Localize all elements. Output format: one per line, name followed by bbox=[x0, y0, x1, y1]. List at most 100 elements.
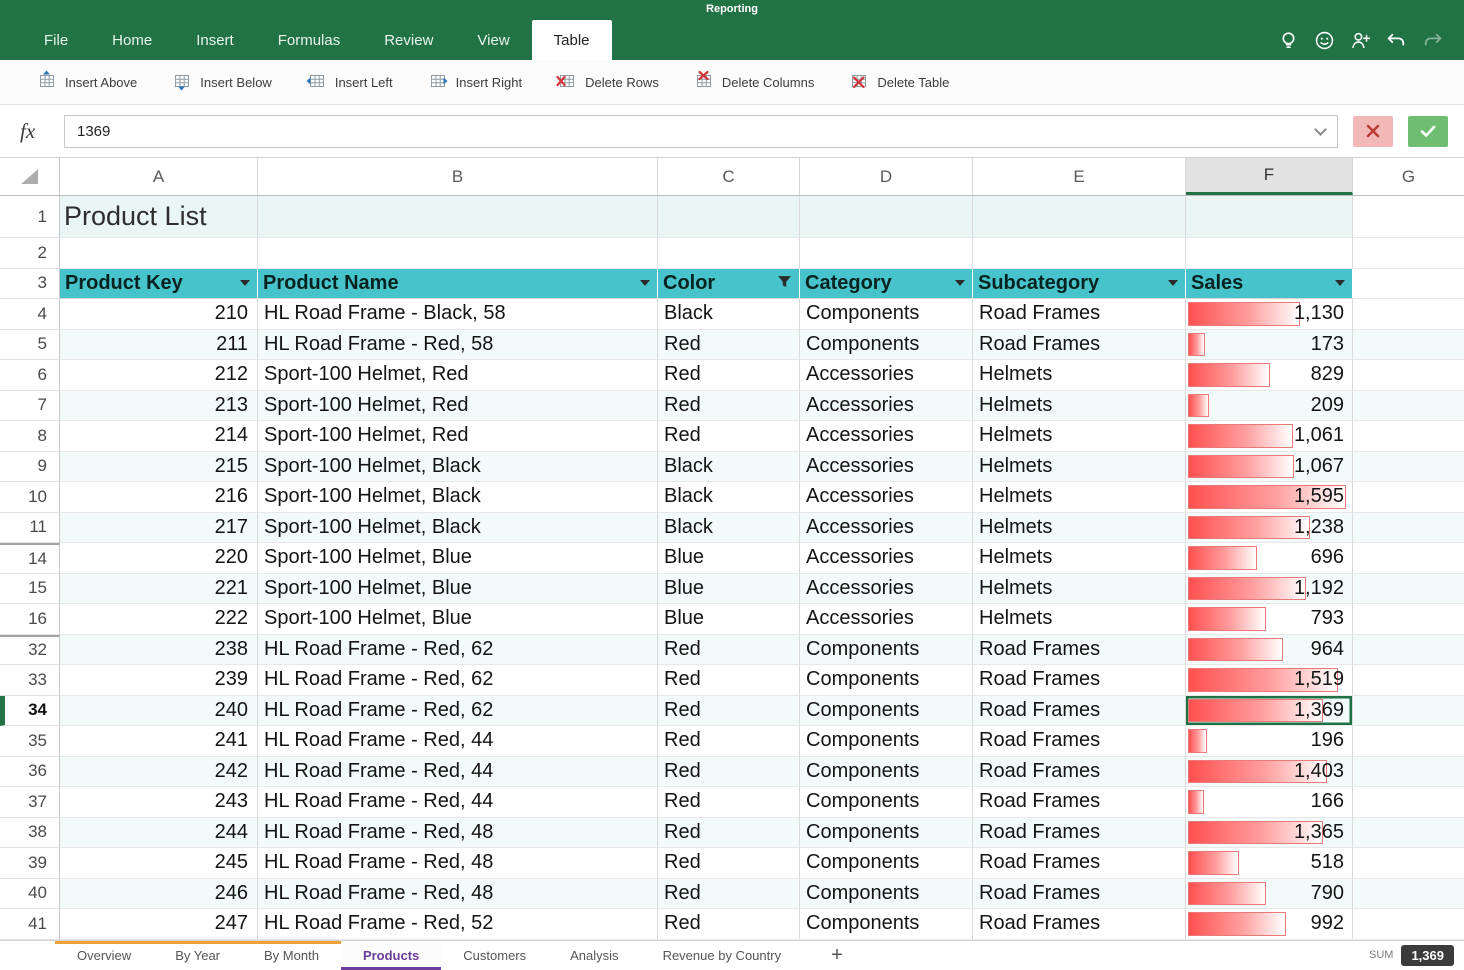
cell-D6[interactable]: Accessories bbox=[800, 360, 973, 391]
cell-E2[interactable] bbox=[973, 238, 1186, 269]
column-header-F[interactable]: F bbox=[1186, 158, 1353, 195]
cell-D32[interactable]: Components bbox=[800, 635, 973, 666]
cell-C4[interactable]: Black bbox=[658, 299, 800, 330]
cell-F36[interactable]: 1,403 bbox=[1186, 757, 1353, 788]
cell-G33[interactable] bbox=[1353, 665, 1464, 696]
cell-D1[interactable] bbox=[800, 196, 973, 238]
cell-G9[interactable] bbox=[1353, 452, 1464, 483]
insert-above-button[interactable]: Insert Above bbox=[24, 64, 149, 100]
row-header-32[interactable]: 32 bbox=[0, 635, 60, 666]
cancel-entry-button[interactable] bbox=[1353, 116, 1393, 147]
table-header-sales[interactable]: Sales bbox=[1186, 269, 1353, 300]
cell-C9[interactable]: Black bbox=[658, 452, 800, 483]
cell-A1[interactable]: Product List bbox=[60, 196, 258, 238]
cell-D34[interactable]: Components bbox=[800, 696, 973, 727]
cell-C10[interactable]: Black bbox=[658, 482, 800, 513]
cell-E11[interactable]: Helmets bbox=[973, 513, 1186, 544]
filter-dropdown-icon[interactable] bbox=[955, 280, 965, 286]
cell-C11[interactable]: Black bbox=[658, 513, 800, 544]
cell-F16[interactable]: 793 bbox=[1186, 604, 1353, 635]
cell-F34[interactable]: 1,369 bbox=[1186, 696, 1353, 727]
cell-G39[interactable] bbox=[1353, 848, 1464, 879]
cell-G11[interactable] bbox=[1353, 513, 1464, 544]
cell-C39[interactable]: Red bbox=[658, 848, 800, 879]
cell-E33[interactable]: Road Frames bbox=[973, 665, 1186, 696]
cell-F4[interactable]: 1,130 bbox=[1186, 299, 1353, 330]
row-header-8[interactable]: 8 bbox=[0, 421, 60, 452]
undo-icon[interactable] bbox=[1384, 28, 1408, 52]
cell-G5[interactable] bbox=[1353, 330, 1464, 361]
cell-A39[interactable]: 245 bbox=[60, 848, 258, 879]
cell-D14[interactable]: Accessories bbox=[800, 543, 973, 574]
row-header-1[interactable]: 1 bbox=[0, 196, 60, 238]
filter-dropdown-icon[interactable] bbox=[640, 280, 650, 286]
cell-C34[interactable]: Red bbox=[658, 696, 800, 727]
cell-F33[interactable]: 1,519 bbox=[1186, 665, 1353, 696]
table-header-product-name[interactable]: Product Name bbox=[258, 269, 658, 300]
cell-A9[interactable]: 215 bbox=[60, 452, 258, 483]
cell-A34[interactable]: 240 bbox=[60, 696, 258, 727]
cell-B9[interactable]: Sport-100 Helmet, Black bbox=[258, 452, 658, 483]
cell-A41[interactable]: 247 bbox=[60, 909, 258, 940]
cell-G8[interactable] bbox=[1353, 421, 1464, 452]
confirm-entry-button[interactable] bbox=[1408, 116, 1448, 147]
cell-F5[interactable]: 173 bbox=[1186, 330, 1353, 361]
cell-C5[interactable]: Red bbox=[658, 330, 800, 361]
cell-C6[interactable]: Red bbox=[658, 360, 800, 391]
cell-E14[interactable]: Helmets bbox=[973, 543, 1186, 574]
insert-right-button[interactable]: Insert Right bbox=[415, 64, 534, 100]
cell-F9[interactable]: 1,067 bbox=[1186, 452, 1353, 483]
cell-C2[interactable] bbox=[658, 238, 800, 269]
cell-F10[interactable]: 1,595 bbox=[1186, 482, 1353, 513]
cell-B37[interactable]: HL Road Frame - Red, 44 bbox=[258, 787, 658, 818]
cell-A10[interactable]: 216 bbox=[60, 482, 258, 513]
cell-D40[interactable]: Components bbox=[800, 879, 973, 910]
ribbon-tab-insert[interactable]: Insert bbox=[174, 20, 256, 60]
cell-A37[interactable]: 243 bbox=[60, 787, 258, 818]
cell-G16[interactable] bbox=[1353, 604, 1464, 635]
sheet-tab-by-year[interactable]: By Year bbox=[153, 941, 242, 970]
column-header-D[interactable]: D bbox=[800, 158, 973, 195]
cell-G14[interactable] bbox=[1353, 543, 1464, 574]
cell-C32[interactable]: Red bbox=[658, 635, 800, 666]
cell-B4[interactable]: HL Road Frame - Black, 58 bbox=[258, 299, 658, 330]
redo-icon[interactable] bbox=[1420, 28, 1444, 52]
row-header-9[interactable]: 9 bbox=[0, 452, 60, 483]
cell-F11[interactable]: 1,238 bbox=[1186, 513, 1353, 544]
cell-B39[interactable]: HL Road Frame - Red, 48 bbox=[258, 848, 658, 879]
sheet-tab-by-month[interactable]: By Month bbox=[242, 941, 341, 970]
cell-E39[interactable]: Road Frames bbox=[973, 848, 1186, 879]
cell-E5[interactable]: Road Frames bbox=[973, 330, 1186, 361]
cell-F41[interactable]: 992 bbox=[1186, 909, 1353, 940]
table-header-category[interactable]: Category bbox=[800, 269, 973, 300]
cell-C16[interactable]: Blue bbox=[658, 604, 800, 635]
filter-dropdown-icon[interactable] bbox=[1335, 280, 1345, 286]
cell-E7[interactable]: Helmets bbox=[973, 391, 1186, 422]
cell-F15[interactable]: 1,192 bbox=[1186, 574, 1353, 605]
add-sheet-button[interactable]: + bbox=[831, 944, 843, 967]
delete-columns-button[interactable]: Delete Columns bbox=[681, 64, 827, 100]
cell-A4[interactable]: 210 bbox=[60, 299, 258, 330]
cell-D8[interactable]: Accessories bbox=[800, 421, 973, 452]
cell-D9[interactable]: Accessories bbox=[800, 452, 973, 483]
delete-rows-button[interactable]: Delete Rows bbox=[544, 64, 671, 100]
select-all-button[interactable] bbox=[0, 158, 60, 195]
cell-F6[interactable]: 829 bbox=[1186, 360, 1353, 391]
cell-F1[interactable] bbox=[1186, 196, 1353, 238]
cell-F14[interactable]: 696 bbox=[1186, 543, 1353, 574]
cell-B8[interactable]: Sport-100 Helmet, Red bbox=[258, 421, 658, 452]
ribbon-tab-view[interactable]: View bbox=[455, 20, 531, 60]
cell-E15[interactable]: Helmets bbox=[973, 574, 1186, 605]
cell-D7[interactable]: Accessories bbox=[800, 391, 973, 422]
ribbon-tab-table[interactable]: Table bbox=[532, 20, 612, 60]
cell-D10[interactable]: Accessories bbox=[800, 482, 973, 513]
cell-E32[interactable]: Road Frames bbox=[973, 635, 1186, 666]
cell-E8[interactable]: Helmets bbox=[973, 421, 1186, 452]
cell-B15[interactable]: Sport-100 Helmet, Blue bbox=[258, 574, 658, 605]
cell-E40[interactable]: Road Frames bbox=[973, 879, 1186, 910]
cell-D36[interactable]: Components bbox=[800, 757, 973, 788]
cell-G4[interactable] bbox=[1353, 299, 1464, 330]
cell-B40[interactable]: HL Road Frame - Red, 48 bbox=[258, 879, 658, 910]
row-header-33[interactable]: 33 bbox=[0, 665, 60, 696]
cell-A7[interactable]: 213 bbox=[60, 391, 258, 422]
